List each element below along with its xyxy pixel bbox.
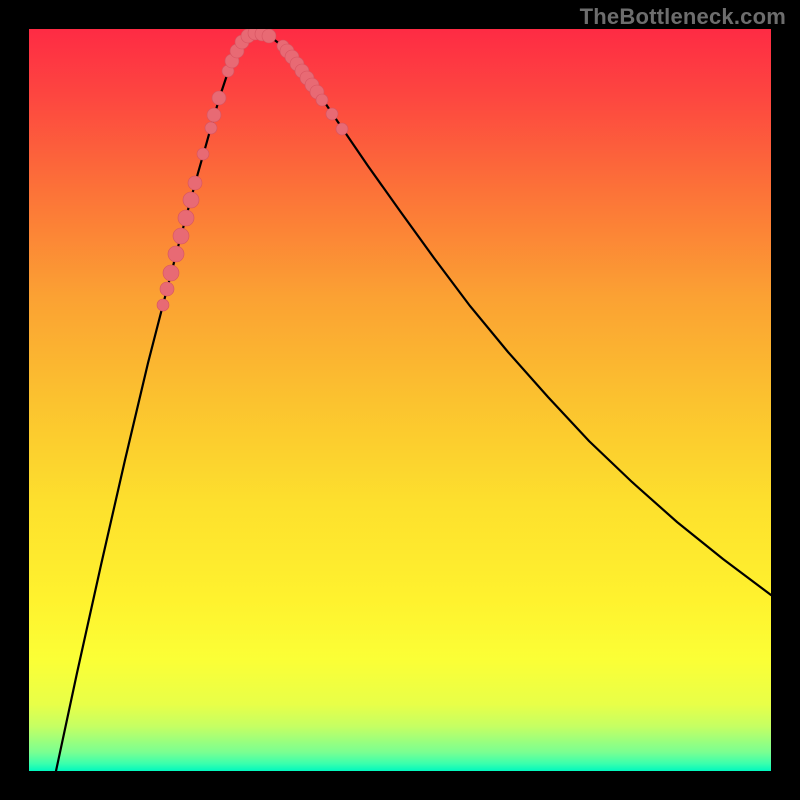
- highlight-markers: [157, 29, 348, 311]
- plot-area: [29, 29, 771, 771]
- chart-frame: TheBottleneck.com: [0, 0, 800, 800]
- marker-dot: [168, 246, 184, 262]
- marker-dot: [326, 108, 338, 120]
- marker-dot: [173, 228, 189, 244]
- marker-dot: [207, 108, 221, 122]
- marker-dot: [163, 265, 179, 281]
- marker-dot: [205, 122, 217, 134]
- marker-dot: [262, 29, 276, 43]
- bottleneck-curve: [56, 33, 771, 771]
- marker-dot: [160, 282, 174, 296]
- marker-dot: [212, 91, 226, 105]
- watermark-text: TheBottleneck.com: [580, 4, 786, 30]
- marker-dot: [316, 94, 328, 106]
- marker-dot: [188, 176, 202, 190]
- curve-svg: [29, 29, 771, 771]
- marker-dot: [183, 192, 199, 208]
- marker-dot: [178, 210, 194, 226]
- marker-dot: [197, 148, 209, 160]
- marker-dot: [336, 123, 348, 135]
- marker-dot: [157, 299, 169, 311]
